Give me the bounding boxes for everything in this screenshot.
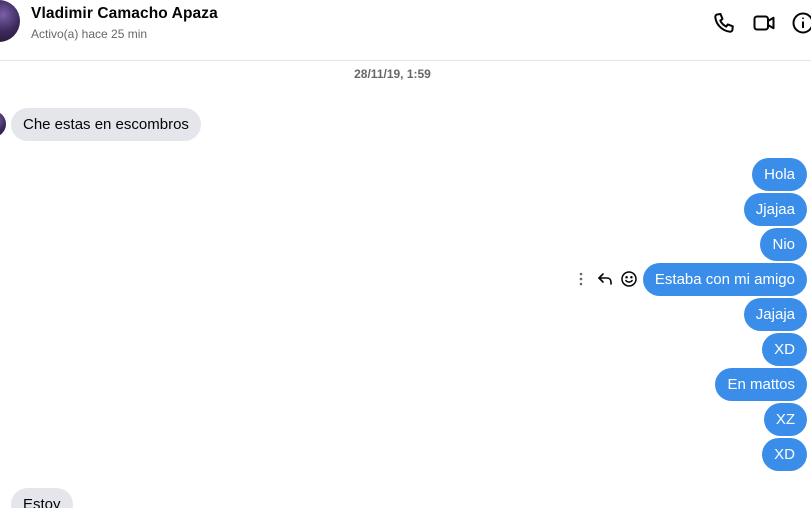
message-bubble-outgoing[interactable]: XD [762, 438, 807, 471]
more-options-icon[interactable] [572, 270, 590, 288]
contact-status: Activo(a) hace 25 min [31, 27, 148, 41]
message-bubble-outgoing[interactable]: En mattos [715, 368, 807, 401]
message-bubble-outgoing[interactable]: Nio [760, 228, 807, 261]
message-bubble-outgoing[interactable]: XZ [763, 403, 807, 436]
phone-icon[interactable] [711, 10, 737, 36]
message-bubble-outgoing[interactable]: Jajaja [743, 298, 807, 331]
contact-name[interactable]: Vladimir Camacho Apaza [31, 5, 218, 23]
message-bubble-outgoing[interactable]: Estaba con mi amigo [642, 263, 807, 296]
reply-icon[interactable] [596, 270, 614, 288]
contact-avatar[interactable] [0, 0, 20, 42]
message-bubble-outgoing[interactable]: Jjajaa [743, 193, 807, 226]
message-bubble-incoming[interactable]: Che estas en escombros [11, 108, 201, 141]
message-bubble-incoming[interactable]: Estoy [11, 488, 73, 508]
info-icon[interactable] [790, 10, 811, 36]
conversation-timestamp: 28/11/19, 1:59 [354, 67, 431, 81]
chat-header: Vladimir Camacho Apaza Activo(a) hace 25… [0, 0, 811, 61]
react-emoji-icon[interactable] [620, 270, 638, 288]
video-camera-icon[interactable] [751, 10, 777, 36]
message-bubble-outgoing[interactable]: XD [762, 333, 807, 366]
message-hover-actions [572, 266, 638, 292]
message-bubble-outgoing[interactable]: Hola [752, 158, 807, 191]
sender-avatar[interactable] [0, 111, 6, 137]
